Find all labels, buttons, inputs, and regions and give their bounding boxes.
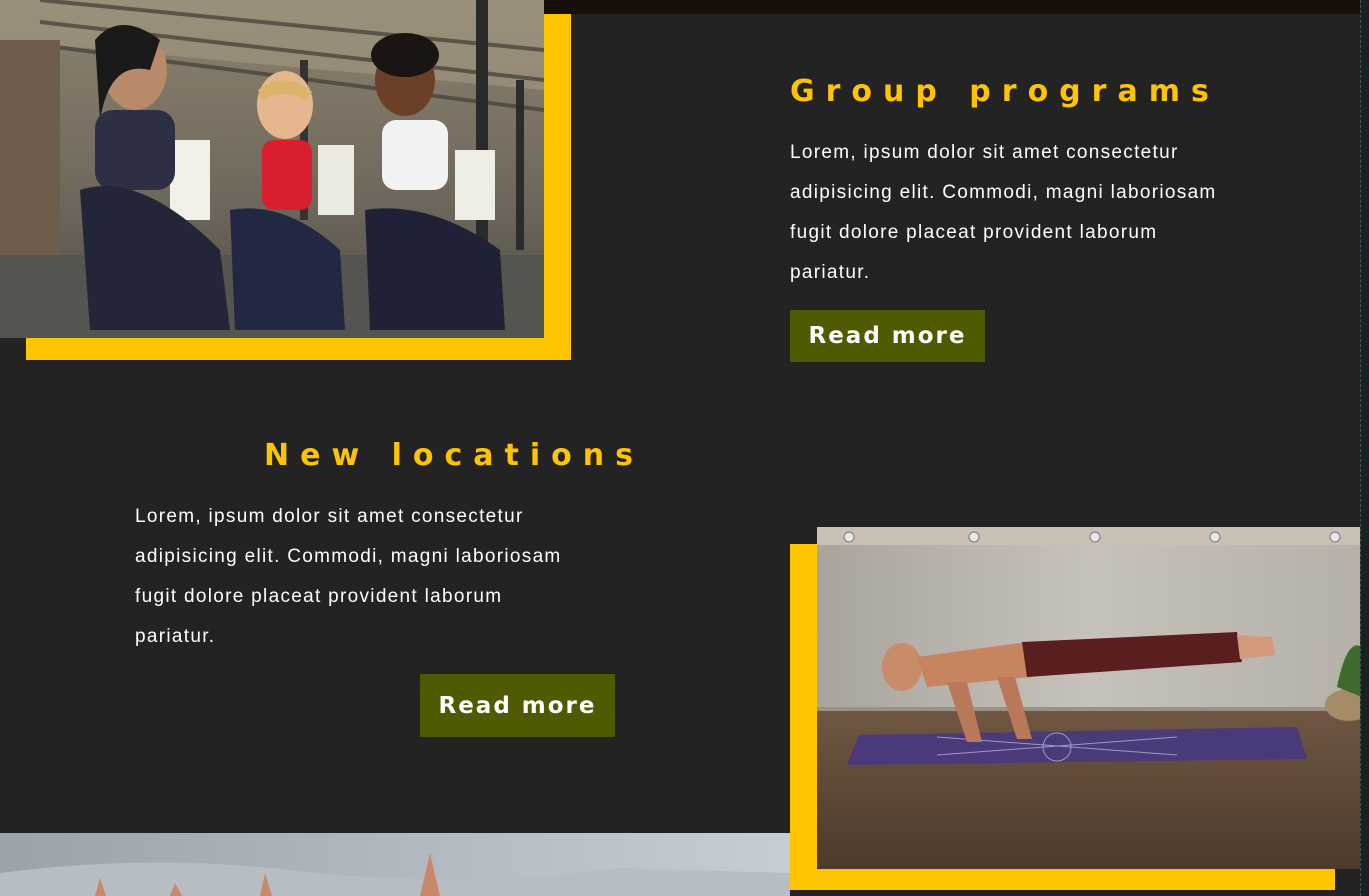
group-programs-title: Group programs	[790, 74, 1220, 109]
bottom-banner-photo	[0, 833, 790, 896]
new-locations-title: New locations	[264, 438, 644, 473]
page-scrollbar[interactable]	[1360, 0, 1369, 896]
new-locations-read-more-button[interactable]: Read more	[420, 674, 615, 737]
new-locations-description: Lorem, ipsum dolor sit amet consectetur …	[135, 506, 562, 647]
group-programs-description: Lorem, ipsum dolor sit amet consectetur …	[790, 142, 1217, 283]
new-locations-photo	[817, 527, 1362, 869]
group-programs-read-more-button[interactable]: Read more	[790, 310, 985, 362]
group-programs-photo	[0, 0, 544, 338]
